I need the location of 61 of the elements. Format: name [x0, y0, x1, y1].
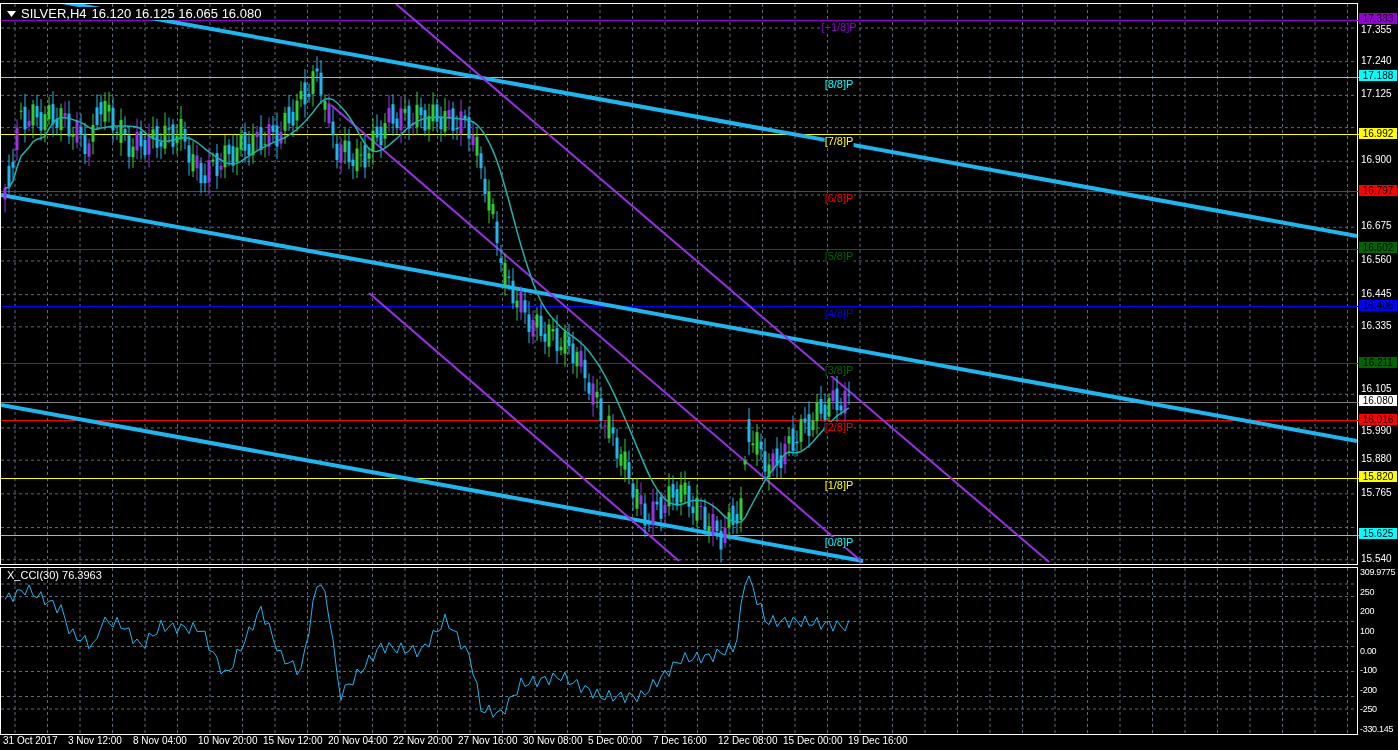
price-tick-label: 15.765: [1361, 487, 1392, 498]
price-badge: 15.625: [1359, 528, 1397, 540]
time-tick-label: 30 Nov 08:00: [523, 736, 584, 746]
price-badge: 16.406: [1359, 299, 1397, 311]
price-badge: 17.383: [1359, 13, 1397, 25]
level-label: [6/8]P: [824, 193, 854, 205]
indicator-tick-label: 200: [1360, 607, 1376, 617]
time-tick-label: 3 Nov 12:00: [68, 736, 123, 746]
time-tick-label: 8 Nov 04:00: [133, 736, 188, 746]
price-tick-label: 15.990: [1361, 425, 1392, 436]
indicator-tick-label: 0.00: [1360, 646, 1378, 656]
indicator-tick-label: -200: [1360, 685, 1378, 695]
price-tick-label: 16.560: [1361, 254, 1392, 265]
price-badge: 16.080: [1359, 395, 1397, 407]
price-tick-label: 16.335: [1361, 320, 1392, 331]
level-label: [4/8]P: [824, 308, 854, 320]
indicator-tick-label: -250: [1360, 705, 1378, 715]
indicator-title: X_CCI(30) 76.3963: [7, 570, 102, 581]
symbol-label: SILVER,H4: [21, 7, 87, 20]
indicator-tick-label: 250: [1360, 587, 1376, 597]
price-badge: 16.797: [1359, 185, 1397, 196]
time-tick-label: 22 Nov 20:00: [393, 736, 454, 746]
quote-values: 16.120 16.125 16.065 16.080: [91, 7, 262, 20]
time-tick-label: 15 Nov 12:00: [263, 736, 324, 746]
indicator-tick-label: -100: [1360, 666, 1378, 676]
price-badge: 16.211: [1359, 356, 1397, 368]
price-tick-label: 16.445: [1361, 288, 1392, 299]
level-label: [+1/8]P: [821, 21, 857, 33]
dropdown-triangle-icon[interactable]: [7, 10, 16, 17]
time-tick-label: 19 Dec 16:00: [848, 736, 909, 746]
price-tick-label: 16.900: [1361, 155, 1392, 166]
price-badge: 15.820: [1359, 471, 1397, 483]
level-label: [1/8]P: [824, 479, 854, 491]
price-badge: 16.602: [1359, 242, 1397, 254]
time-tick-label: 12 Dec 08:00: [718, 736, 779, 746]
time-tick-label: 10 Nov 20:00: [198, 736, 259, 746]
time-tick-label: 5 Dec 00:00: [588, 736, 643, 746]
time-tick-label: 27 Nov 16:00: [458, 736, 519, 746]
time-tick-label: 20 Nov 04:00: [328, 736, 389, 746]
level-label: [3/8]P: [824, 365, 854, 377]
level-label: [7/8]P: [824, 136, 854, 148]
time-tick-label: 31 Oct 2017: [3, 736, 59, 746]
indicator-tick-label: 309.9775: [1360, 568, 1397, 577]
price-tick-label: 16.675: [1361, 221, 1392, 232]
time-tick-label: 7 Dec 16:00: [653, 736, 708, 746]
price-tick-label: 17.240: [1361, 55, 1392, 66]
time-tick-label: 15 Dec 00:00: [783, 736, 844, 746]
indicator-tick-label: -330.145: [1360, 725, 1395, 734]
level-label: [8/8]P: [824, 78, 854, 90]
price-badge: 16.992: [1359, 127, 1397, 139]
price-badge: 16.016: [1359, 413, 1397, 425]
level-label: [0/8]P: [824, 536, 854, 548]
price-tick-label: 16.105: [1361, 384, 1392, 395]
price-tick-label: 17.355: [1361, 25, 1392, 36]
indicator-tick-label: 100: [1360, 626, 1376, 636]
price-tick-label: 15.880: [1361, 454, 1392, 465]
level-label: [2/8]P: [824, 422, 854, 434]
price-tick-label: 17.125: [1361, 89, 1392, 100]
level-label: [5/8]P: [824, 250, 854, 262]
price-tick-label: 15.540: [1361, 553, 1392, 564]
price-badge: 17.188: [1359, 70, 1397, 82]
